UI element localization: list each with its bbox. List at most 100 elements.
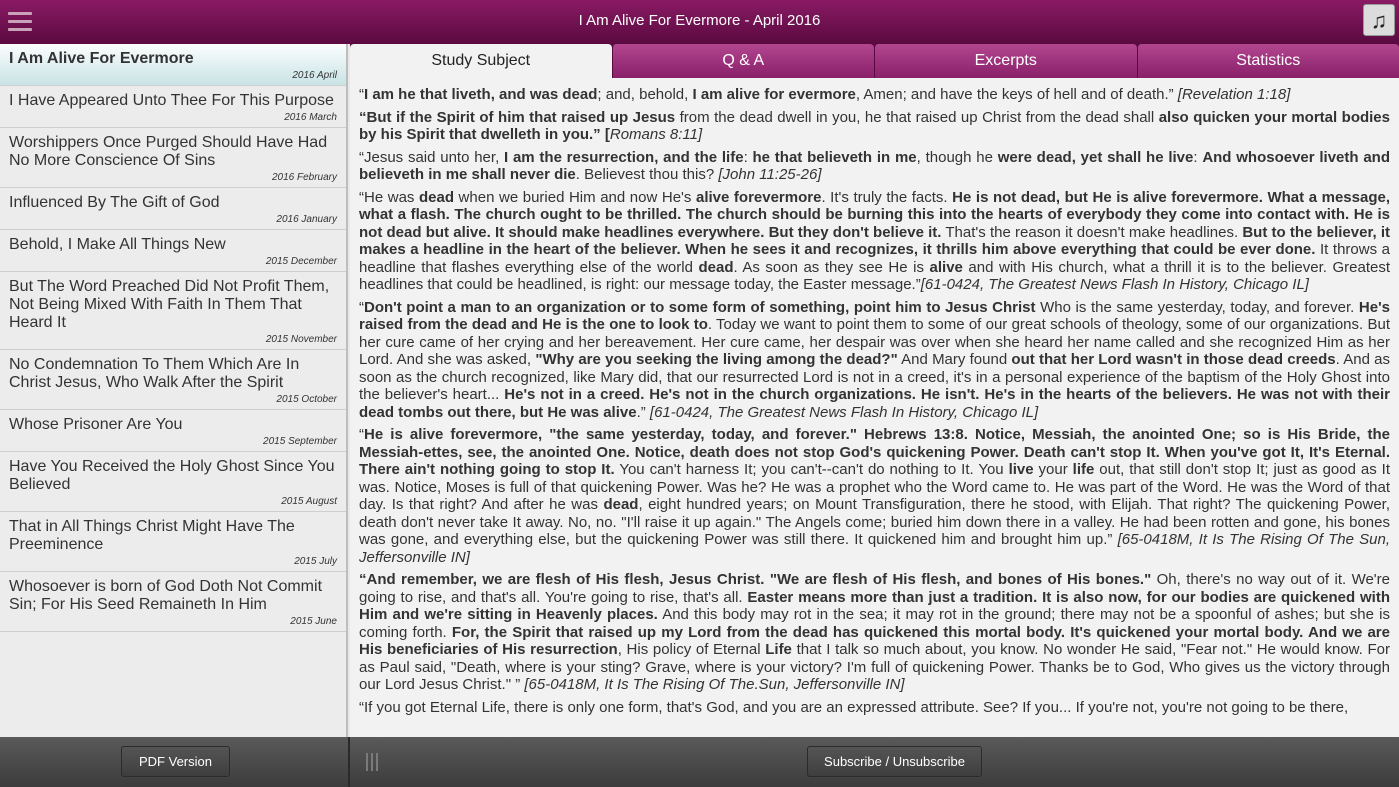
study-content[interactable]: “I am he that liveth, and was dead; and,… xyxy=(350,78,1399,737)
text-run: “If you got Eternal Life, there is only … xyxy=(359,698,1349,716)
sidebar-item[interactable]: No Condemnation To Them Which Are In Chr… xyxy=(0,350,346,410)
sidebar-item[interactable]: But The Word Preached Did Not Profit The… xyxy=(0,272,346,350)
sidebar-item[interactable]: Behold, I Make All Things New 2015 Decemb… xyxy=(0,230,346,272)
sidebar-item-label: I Have Appeared Unto Thee For This Purpo… xyxy=(9,92,334,109)
text-run: your xyxy=(1033,461,1073,478)
text-run: , His policy of Eternal xyxy=(617,641,766,658)
tab-excerpts[interactable]: Excerpts xyxy=(874,44,1137,78)
text-run: , though he xyxy=(916,148,998,166)
scripture-paragraph: “Jesus said unto her, I am the resurrect… xyxy=(359,149,1390,184)
text-run: [John 11:25-26] xyxy=(718,166,822,183)
text-run: dead xyxy=(418,188,454,206)
sidebar-item[interactable]: That in All Things Christ Might Have The… xyxy=(0,512,346,572)
text-run: And Mary found xyxy=(897,351,1012,368)
sidebar-item-label: I Am Alive For Evermore xyxy=(9,50,194,67)
scripture-paragraph: “And remember, we are flesh of His flesh… xyxy=(359,571,1390,694)
sidebar-item-label: Influenced By The Gift of God xyxy=(9,194,220,211)
text-run: he that believeth in me xyxy=(752,148,917,166)
text-run: alive forevermore xyxy=(695,188,822,206)
text-run: were dead, yet shall he live xyxy=(997,148,1194,166)
text-run: “Jesus said unto her, xyxy=(359,148,505,166)
sidebar-item-date: 2015 July xyxy=(294,556,337,567)
subject-list[interactable]: I Am Alive For Evermore 2016 April I Have … xyxy=(0,44,348,737)
scripture-paragraph: “He was dead when we buried Him and now … xyxy=(359,189,1390,294)
sidebar-item[interactable]: I Have Appeared Unto Thee For This Purpo… xyxy=(0,86,346,128)
pdf-version-button[interactable]: PDF Version xyxy=(121,746,230,777)
tab-q-a[interactable]: Q & A xyxy=(611,44,874,78)
sidebar-item-date: 2015 August xyxy=(281,496,337,507)
text-run: . It's truly the facts. xyxy=(821,188,953,206)
scripture-paragraph: “I am he that liveth, and was dead; and,… xyxy=(359,86,1390,104)
sidebar-item-label: No Condemnation To Them Which Are In Chr… xyxy=(9,356,300,391)
sidebar-item-date: 2016 April xyxy=(292,70,337,81)
text-run: [61-0424, The Greatest News Flash In His… xyxy=(649,403,1039,421)
sidebar-item[interactable]: Worshippers Once Purged Should Have Had … xyxy=(0,128,346,188)
sidebar-item-date: 2016 February xyxy=(271,172,337,183)
sidebar-item-date: 2015 November xyxy=(265,334,337,345)
text-run: "Why are you seeking the living among th… xyxy=(535,351,898,368)
text-run: live xyxy=(1008,461,1034,478)
text-run: Don't point a man to an organization or … xyxy=(364,298,1036,316)
text-run: I am alive for evermore xyxy=(692,86,856,103)
text-run: . Believest thou this? xyxy=(575,166,719,183)
scripture-paragraph: “If you got Eternal Life, there is only … xyxy=(359,699,1390,717)
text-run: Romans 8:11] xyxy=(609,126,703,143)
scripture-paragraph: “But if the Spirit of him that raised up… xyxy=(359,109,1390,144)
text-run: “He was xyxy=(359,188,419,206)
sidebar-item-date: 2015 June xyxy=(290,616,337,627)
text-run: life xyxy=(1072,461,1095,478)
title-bar: I Am Alive For Evermore - April 2016 ♫ xyxy=(0,0,1399,44)
subscribe-button[interactable]: Subscribe / Unsubscribe xyxy=(807,746,982,777)
text-run: out that her Lord wasn't in those dead c… xyxy=(1011,351,1336,368)
text-run: .” xyxy=(636,403,650,421)
sidebar-item[interactable]: Whosoever is born of God Doth Not Commit… xyxy=(0,572,346,632)
text-run: I am he that liveth, and was dead xyxy=(364,86,598,103)
text-run: That's the reason it doesn't make headli… xyxy=(941,223,1243,241)
text-run: , Amen; and have the keys of hell and of… xyxy=(855,86,1178,103)
text-run: [65-0418M, It Is The Rising Of The.Sun, … xyxy=(524,676,905,693)
text-run: : xyxy=(1193,148,1203,166)
sidebar-item-label: Have You Received the Holy Ghost Since Y… xyxy=(9,458,335,493)
window-title: I Am Alive For Evermore - April 2016 xyxy=(578,12,821,29)
scripture-paragraph: “Don't point a man to an organization or… xyxy=(359,299,1390,422)
text-run: . As soon as they see He is xyxy=(733,258,930,276)
sidebar-item-label: But The Word Preached Did Not Profit The… xyxy=(9,278,330,331)
sidebar-item-date: 2015 December xyxy=(265,256,337,267)
sidebar-item-label: Worshippers Once Purged Should Have Had … xyxy=(9,134,328,169)
music-note-icon[interactable]: ♫ xyxy=(1363,4,1395,36)
sidebar-item-label: Whosoever is born of God Doth Not Commit… xyxy=(9,578,323,613)
sidebar-item[interactable]: Have You Received the Holy Ghost Since Y… xyxy=(0,452,346,512)
text-run: You can't harness It; you can't--can't d… xyxy=(614,461,1009,478)
text-run: dead xyxy=(603,496,639,513)
bottom-toolbar: PDF Version Subscribe / Unsubscribe xyxy=(0,737,1399,787)
panel-divider xyxy=(348,737,350,787)
tab-study-subject[interactable]: Study Subject xyxy=(350,44,612,78)
text-run: [Revelation 1:18] xyxy=(1177,86,1291,103)
sidebar-item[interactable]: Influenced By The Gift of God 2016 Januar… xyxy=(0,188,346,230)
sidebar-item-date: 2015 October xyxy=(276,394,337,405)
text-run: Life xyxy=(765,641,792,658)
text-run: I am the resurrection, and the life xyxy=(504,148,744,166)
sidebar-item-label: That in All Things Christ Might Have The… xyxy=(9,518,295,553)
text-run: “But if the Spirit of him that raised up… xyxy=(359,108,676,126)
text-run: [61-0424, The Greatest News Flash In His… xyxy=(920,276,1309,293)
text-run: when we buried Him and now He's xyxy=(454,188,696,206)
sidebar-item-date: 2016 March xyxy=(284,112,337,123)
text-run: alive xyxy=(929,258,963,276)
sidebar-item-date: 2016 January xyxy=(276,214,337,225)
text-run: Who is the same yesterday, today, and fo… xyxy=(1035,298,1359,316)
sidebar-item[interactable]: Whose Prisoner Are You 2015 September xyxy=(0,410,346,452)
scripture-paragraph: “He is alive forevermore, "the same yest… xyxy=(359,426,1390,566)
text-run: : xyxy=(743,148,753,166)
text-run: “And remember, we are flesh of His flesh… xyxy=(359,571,1152,588)
sidebar-item[interactable]: I Am Alive For Evermore 2016 April xyxy=(0,44,346,86)
text-run: from the dead dwell in you, he that rais… xyxy=(675,108,1159,126)
tab-bar: Study Subject Q & A Excerpts Statistics xyxy=(350,44,1399,78)
tab-statistics[interactable]: Statistics xyxy=(1136,44,1399,78)
sidebar-item-label: Behold, I Make All Things New xyxy=(9,236,226,253)
text-run: ; and, behold, xyxy=(597,86,693,103)
drag-handle-icon[interactable] xyxy=(366,753,382,771)
sidebar-item-label: Whose Prisoner Are You xyxy=(9,416,183,433)
sidebar-item-date: 2015 September xyxy=(263,436,337,447)
text-run: dead xyxy=(698,258,734,276)
